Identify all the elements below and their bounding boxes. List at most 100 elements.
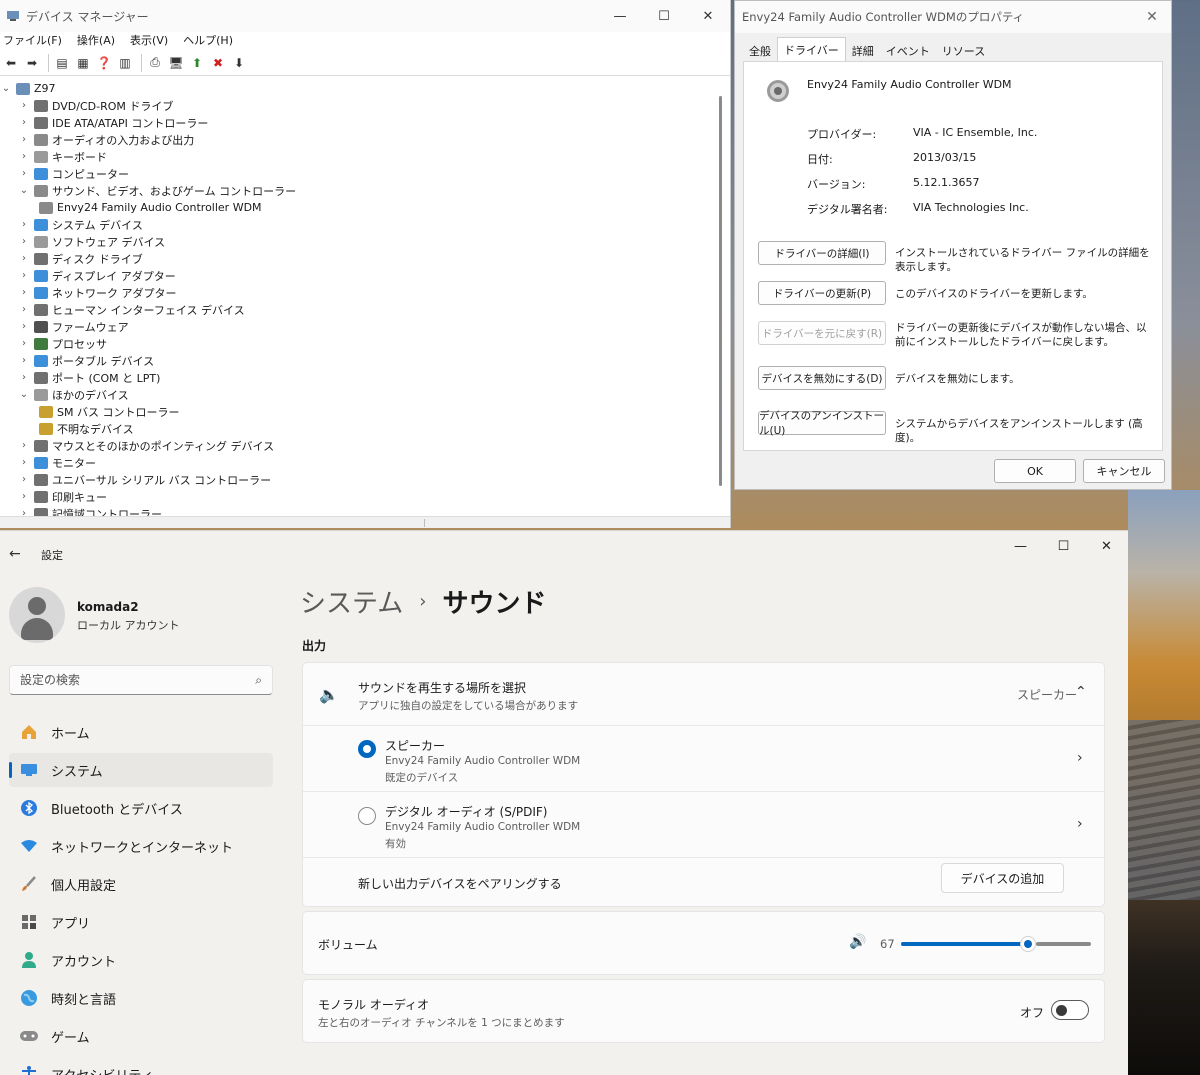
driver-details-button[interactable]: ドライバーの詳細(I) — [758, 241, 886, 265]
show-hide-tree-icon[interactable]: ▤ — [53, 54, 71, 72]
ok-button[interactable]: OK — [994, 459, 1076, 483]
chevron-right-icon[interactable]: › — [18, 168, 30, 179]
output-select-row[interactable]: 🔈 サウンドを再生する場所を選択 アプリに独自の設定をしている場合があります ス… — [303, 663, 1104, 726]
close-icon[interactable]: ✕ — [1137, 1, 1167, 33]
nav-item-accounts[interactable]: アカウント — [9, 943, 273, 977]
action-pane-icon[interactable]: ▥ — [116, 54, 134, 72]
chevron-right-icon[interactable]: › — [18, 338, 30, 349]
tab-resources[interactable]: リソース — [936, 39, 991, 61]
chevron-right-icon[interactable]: › — [18, 457, 30, 468]
tree-category-item[interactable]: › 記憶域コントローラー — [0, 505, 718, 516]
chevron-right-icon[interactable]: › — [18, 355, 30, 366]
tree-category-item[interactable]: › ファームウェア — [0, 318, 718, 335]
uninstall-icon[interactable]: ✖ — [209, 54, 227, 72]
chevron-right-icon[interactable]: › — [18, 321, 30, 332]
tree-root[interactable]: ⌄ Z97 — [0, 80, 718, 97]
add-device-button[interactable]: デバイスの追加 — [941, 863, 1064, 893]
chevron-right-icon[interactable]: › — [18, 474, 30, 485]
print-icon[interactable]: ⎙ — [146, 54, 164, 72]
chevron-right-icon[interactable]: › — [1077, 750, 1083, 766]
tree-category-item[interactable]: › ディスプレイ アダプター — [0, 267, 718, 284]
tree-category-item[interactable]: › ネットワーク アダプター — [0, 284, 718, 301]
rollback-driver-button[interactable]: ドライバーを元に戻す(R) — [758, 321, 886, 345]
tab-general[interactable]: 全般 — [743, 39, 777, 61]
tree-category-item[interactable]: ⌄ ほかのデバイス — [0, 386, 718, 403]
tree-category-item[interactable]: › マウスとそのほかのポインティング デバイス — [0, 437, 718, 454]
chevron-right-icon[interactable]: › — [1077, 816, 1083, 832]
scan-hardware-icon[interactable]: 🖥 — [167, 54, 185, 72]
download-icon[interactable]: ⬇ — [230, 54, 248, 72]
tree-category-item[interactable]: › システム デバイス — [0, 216, 718, 233]
close-button[interactable]: ✕ — [686, 0, 730, 32]
volume-speaker-icon[interactable]: 🔊 — [849, 934, 866, 950]
nav-item-time-language[interactable]: 時刻と言語 — [9, 981, 273, 1015]
menu-view[interactable]: 表示(V) — [130, 32, 168, 50]
chevron-right-icon[interactable]: › — [18, 134, 30, 145]
chevron-down-icon[interactable]: ⌄ — [18, 185, 30, 196]
tree-category-item[interactable]: › モニター — [0, 454, 718, 471]
tree-device-item[interactable]: SM バス コントローラー — [0, 403, 718, 420]
nav-item-gaming[interactable]: ゲーム — [9, 1019, 273, 1053]
avatar[interactable] — [9, 587, 65, 643]
disable-device-button[interactable]: デバイスを無効にする(D) — [758, 366, 886, 390]
search-icon[interactable]: ⌕ — [255, 673, 262, 688]
nav-item-system[interactable]: システム — [9, 753, 273, 787]
output-device-spdif[interactable]: デジタル オーディオ (S/PDIF) Envy24 Family Audio … — [303, 792, 1104, 858]
tree-category-item[interactable]: › IDE ATA/ATAPI コントローラー — [0, 114, 718, 131]
tree-category-item[interactable]: › 印刷キュー — [0, 488, 718, 505]
back-arrow-icon[interactable]: ⬅ — [2, 54, 20, 72]
nav-item-network[interactable]: ネットワークとインターネット — [9, 829, 273, 863]
chevron-right-icon[interactable]: › — [18, 508, 30, 516]
tree-category-item[interactable]: ⌄ サウンド、ビデオ、およびゲーム コントローラー — [0, 182, 718, 199]
search-box[interactable]: ⌕ — [9, 665, 273, 695]
spdif-radio[interactable] — [358, 807, 376, 825]
horizontal-scrollbar[interactable] — [0, 516, 730, 528]
tree-category-item[interactable]: › オーディオの入力および出力 — [0, 131, 718, 148]
close-button[interactable]: ✕ — [1085, 531, 1128, 561]
cancel-button[interactable]: キャンセル — [1083, 459, 1165, 483]
speaker-radio[interactable] — [358, 740, 376, 758]
menu-action[interactable]: 操作(A) — [77, 32, 115, 50]
tree-category-item[interactable]: › プロセッサ — [0, 335, 718, 352]
volume-slider[interactable] — [901, 936, 1091, 952]
tree-device-item[interactable]: Envy24 Family Audio Controller WDM — [0, 199, 718, 216]
nav-item-apps[interactable]: アプリ — [9, 905, 273, 939]
back-arrow-icon[interactable]: ← — [9, 546, 21, 562]
chevron-right-icon[interactable]: › — [18, 304, 30, 315]
tree-device-item[interactable]: 不明なデバイス — [0, 420, 718, 437]
chevron-right-icon[interactable]: › — [18, 440, 30, 451]
volume-slider-thumb[interactable] — [1020, 936, 1036, 952]
tree-category-item[interactable]: › DVD/CD-ROM ドライブ — [0, 97, 718, 114]
tree-category-item[interactable]: › ヒューマン インターフェイス デバイス — [0, 301, 718, 318]
tree-category-item[interactable]: › コンピューター — [0, 165, 718, 182]
help-icon[interactable]: ❓ — [95, 54, 113, 72]
chevron-right-icon[interactable]: › — [18, 151, 30, 162]
vertical-scrollbar[interactable] — [719, 96, 722, 486]
nav-item-bluetooth[interactable]: Bluetooth とデバイス — [9, 791, 273, 825]
tree-category-item[interactable]: › ポータブル デバイス — [0, 352, 718, 369]
output-device-speaker[interactable]: スピーカー Envy24 Family Audio Controller WDM… — [303, 726, 1104, 792]
tab-driver[interactable]: ドライバー — [777, 37, 846, 61]
chevron-right-icon[interactable]: › — [18, 117, 30, 128]
chevron-down-icon[interactable]: ⌄ — [18, 389, 30, 400]
maximize-button[interactable]: ☐ — [642, 0, 686, 32]
nav-item-accessibility[interactable]: アクセシビリティ — [9, 1057, 273, 1075]
update-driver-icon[interactable]: ⬆ — [188, 54, 206, 72]
tree-category-item[interactable]: › ソフトウェア デバイス — [0, 233, 718, 250]
chevron-right-icon[interactable]: › — [18, 491, 30, 502]
menu-help[interactable]: ヘルプ(H) — [183, 32, 233, 50]
chevron-down-icon[interactable]: ⌄ — [0, 83, 12, 94]
chevron-right-icon[interactable]: › — [18, 372, 30, 383]
minimize-button[interactable]: — — [598, 0, 642, 32]
tab-details[interactable]: 詳細 — [846, 39, 880, 61]
properties-icon[interactable]: ▦ — [74, 54, 92, 72]
tree-category-item[interactable]: › ポート (COM と LPT) — [0, 369, 718, 386]
chevron-right-icon[interactable]: › — [18, 219, 30, 230]
tab-events[interactable]: イベント — [880, 39, 936, 61]
menu-file[interactable]: ファイル(F) — [3, 32, 62, 50]
forward-arrow-icon[interactable]: ➡ — [23, 54, 41, 72]
maximize-button[interactable]: ☐ — [1042, 531, 1085, 561]
nav-item-home[interactable]: ホーム — [9, 715, 273, 749]
uninstall-device-button[interactable]: デバイスのアンインストール(U) — [758, 410, 886, 437]
tree-category-item[interactable]: › キーボード — [0, 148, 718, 165]
